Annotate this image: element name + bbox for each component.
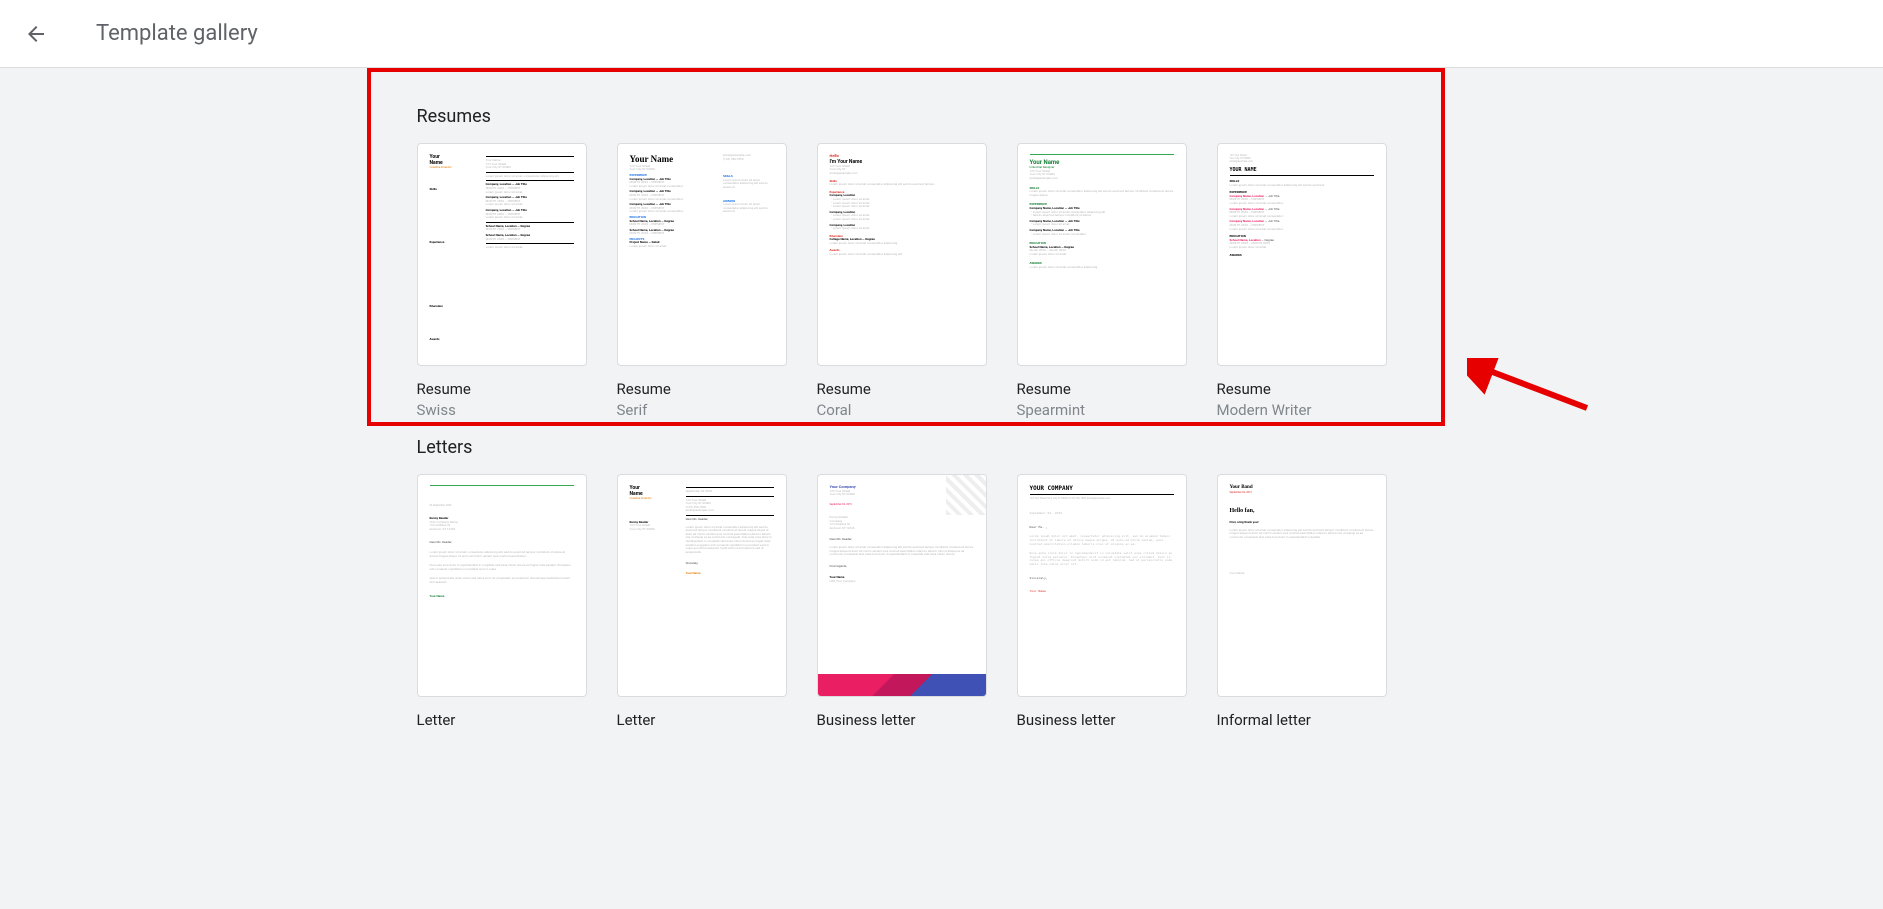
resumes-row: YourName Creative Director Skills Experi… xyxy=(417,143,1467,419)
template-title: Letter xyxy=(417,711,587,729)
template-resume-modern-writer[interactable]: 123 Your StreetYour City ST 00000email@e… xyxy=(1217,143,1387,419)
top-bar: Template gallery xyxy=(0,0,1883,68)
template-thumb: Your Name 123 Your StreetYour City ST 00… xyxy=(617,143,787,366)
template-resume-swiss[interactable]: YourName Creative Director Skills Experi… xyxy=(417,143,587,419)
template-subtitle: Spearmint xyxy=(1017,401,1187,419)
template-thumb: 04 September 20XX Ronny Reader CFO, Comp… xyxy=(417,474,587,697)
template-letter-spearmint[interactable]: 04 September 20XX Ronny Reader CFO, Comp… xyxy=(417,474,587,750)
template-subtitle: Serif xyxy=(617,401,787,419)
template-title: Resume xyxy=(1217,380,1387,398)
arrow-left-icon xyxy=(24,22,48,46)
template-thumb: 123 Your StreetYour City ST 00000email@e… xyxy=(1217,143,1387,366)
section-title-resumes: Resumes xyxy=(417,88,1467,143)
template-thumb: Your Name Industrial Designer 123 Your S… xyxy=(1017,143,1187,366)
letters-row: 04 September 20XX Ronny Reader CFO, Comp… xyxy=(417,474,1467,750)
template-business-letter-japanese[interactable]: YOUR COMPANY 123 Your Street Your City S… xyxy=(1017,474,1187,750)
section-title-letters: Letters xyxy=(417,419,1467,474)
back-button[interactable] xyxy=(16,14,56,54)
template-title: Business letter xyxy=(817,711,987,729)
template-subtitle: Modern Writer xyxy=(1217,401,1387,419)
template-title: Letter xyxy=(617,711,787,729)
template-thumb: Hello I'm Your Name 123 Your StreetYour … xyxy=(817,143,987,366)
template-resume-spearmint[interactable]: Your Name Industrial Designer 123 Your S… xyxy=(1017,143,1187,419)
content-area: Resumes YourName Creative Director Skill… xyxy=(417,68,1467,790)
template-thumb: YourName Creative Director Skills Experi… xyxy=(417,143,587,366)
template-resume-coral[interactable]: Hello I'm Your Name 123 Your StreetYour … xyxy=(817,143,987,419)
template-title: Business letter xyxy=(1017,711,1187,729)
template-letter-swiss[interactable]: YourName Creative Director Ronny Reader … xyxy=(617,474,787,750)
template-business-letter-geometric[interactable]: Your Company 123 Your StreetYour City ST… xyxy=(817,474,987,750)
template-thumb: YOUR COMPANY 123 Your Street Your City S… xyxy=(1017,474,1187,697)
template-title: Resume xyxy=(617,380,787,398)
template-thumb: Your Band September 04, 2019 Hello fan, … xyxy=(1217,474,1387,697)
template-thumb: Your Company 123 Your StreetYour City ST… xyxy=(817,474,987,697)
template-thumb: YourName Creative Director Ronny Reader … xyxy=(617,474,787,697)
template-title: Resume xyxy=(417,380,587,398)
page-title: Template gallery xyxy=(96,21,258,46)
template-title: Resume xyxy=(817,380,987,398)
template-informal-letter[interactable]: Your Band September 04, 2019 Hello fan, … xyxy=(1217,474,1387,750)
template-title: Informal letter xyxy=(1217,711,1387,729)
template-subtitle: Coral xyxy=(817,401,987,419)
annotation-arrow-icon xyxy=(1467,358,1597,418)
template-subtitle: Swiss xyxy=(417,401,587,419)
template-title: Resume xyxy=(1017,380,1187,398)
template-resume-serif[interactable]: Your Name 123 Your StreetYour City ST 00… xyxy=(617,143,787,419)
